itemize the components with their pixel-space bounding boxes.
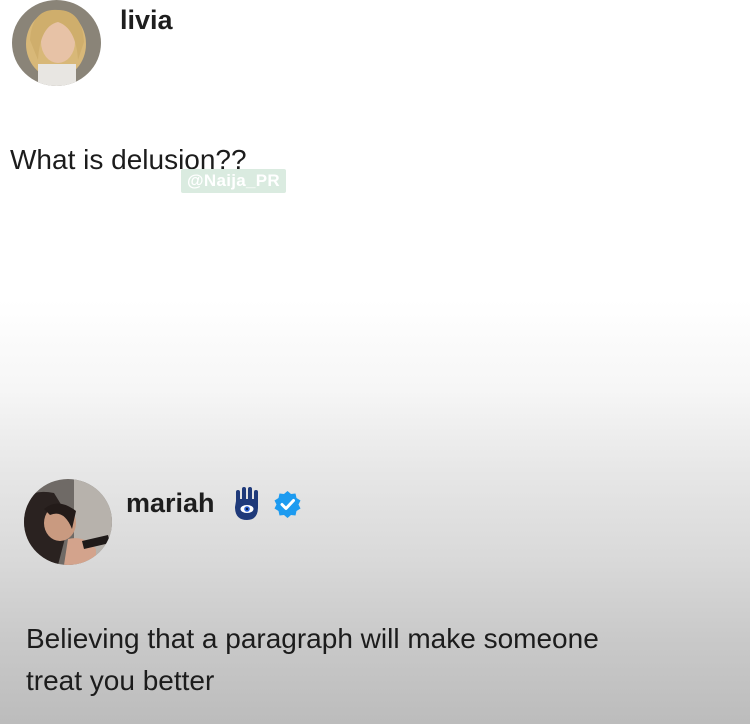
hamsa-hand-icon (235, 487, 258, 520)
post2-text-line-1: Believing that a paragraph will make som… (26, 623, 599, 654)
livia-avatar[interactable] (12, 0, 101, 86)
verified-icon (274, 491, 301, 518)
post2-text-line-2: treat you better (26, 665, 215, 696)
mariah-avatar[interactable] (24, 479, 112, 565)
watermark-label: @Naija_PR (181, 169, 286, 193)
post2-username[interactable]: mariah (126, 488, 215, 519)
post1-username[interactable]: livia (120, 5, 173, 36)
post2-text: Believing that a paragraph will make som… (26, 618, 599, 702)
